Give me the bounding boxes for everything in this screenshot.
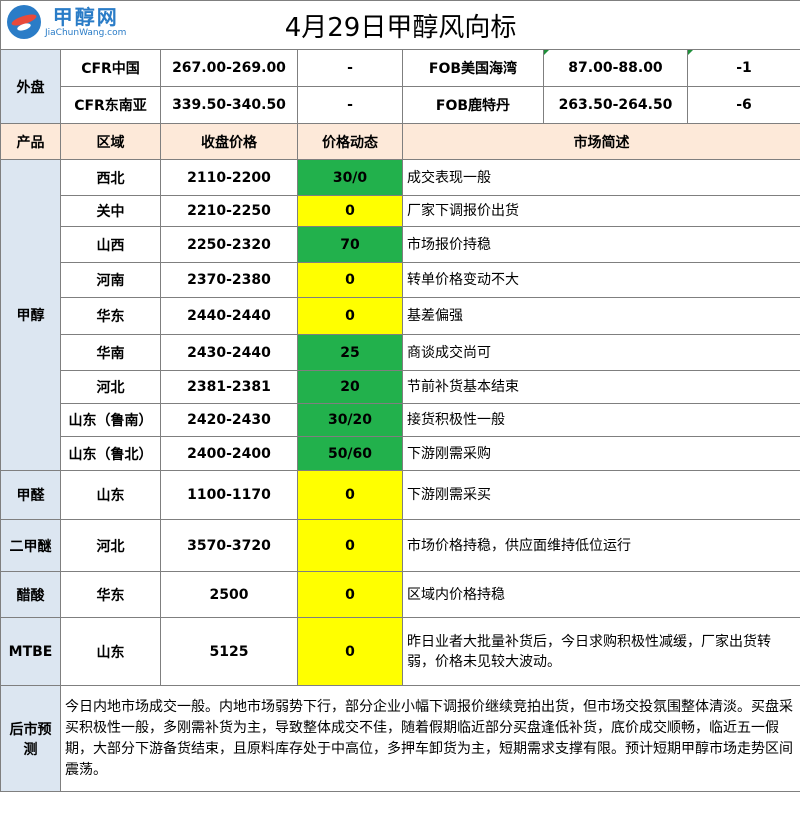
market-summary-cell: 市场价格持稳，供应面维持低位运行: [401, 519, 800, 572]
col-header-change: 价格动态: [297, 123, 403, 160]
close-price-cell: 2210-2250: [160, 195, 298, 227]
market-summary-cell: 区域内价格持稳: [401, 571, 800, 618]
market-summary-cell: 厂家下调报价出货: [401, 195, 800, 227]
market-summary-cell: 市场报价持稳: [401, 226, 800, 263]
price-change-cell: 20: [297, 370, 403, 404]
region-cell: 河北: [60, 519, 161, 572]
close-price-cell: 2430-2440: [160, 334, 298, 371]
external-right-price: 87.00-88.00: [543, 49, 688, 87]
logo-chinese: 甲醇网: [52, 4, 119, 29]
price-change-cell: 30/20: [297, 403, 403, 437]
external-left-price: 339.50-340.50: [160, 86, 298, 124]
close-price-cell: 3570-3720: [160, 519, 298, 572]
external-right-change: -6: [686, 86, 800, 124]
price-change-cell: 0: [297, 617, 403, 686]
close-price-cell: 2420-2430: [160, 403, 298, 437]
price-change-cell: 0: [297, 519, 403, 572]
market-summary-cell: 商谈成交尚可: [401, 334, 800, 371]
product-label: 醋酸: [0, 571, 61, 618]
close-price-cell: 2400-2400: [160, 436, 298, 471]
region-cell: 山东（鲁北）: [60, 436, 161, 471]
close-price-cell: 2500: [160, 571, 298, 618]
region-cell: 华东: [60, 297, 161, 335]
close-price-cell: 2381-2381: [160, 370, 298, 404]
logo-english: JiaChunWang.com: [45, 27, 127, 38]
price-change-cell: 0: [297, 297, 403, 335]
close-price-cell: 1100-1170: [160, 470, 298, 520]
methanol-indicator-table: 甲醇网 JiaChunWang.com 4月29日甲醇风向标 外盘 CFR中国 …: [0, 0, 800, 792]
market-summary-cell: 成交表现一般: [401, 159, 800, 196]
external-left-change: -: [297, 49, 403, 87]
price-change-cell: 30/0: [297, 159, 403, 196]
external-left-change: -: [297, 86, 403, 124]
market-summary-cell: 转单价格变动不大: [401, 262, 800, 298]
market-summary-cell: 节前补货基本结束: [401, 370, 800, 404]
external-right-change: -1: [686, 49, 800, 87]
report-header: 甲醇网 JiaChunWang.com 4月29日甲醇风向标: [0, 0, 800, 50]
market-summary-cell: 下游刚需采购: [401, 436, 800, 471]
region-cell: 河南: [60, 262, 161, 298]
price-change-cell: 0: [297, 470, 403, 520]
external-left-name: CFR东南亚: [60, 86, 161, 124]
region-cell: 华东: [60, 571, 161, 618]
price-change-cell: 0: [297, 195, 403, 227]
globe-logo-icon: [7, 5, 41, 39]
price-change-cell: 50/60: [297, 436, 403, 471]
product-label: 二甲醚: [0, 519, 61, 572]
external-right-name: FOB鹿特丹: [402, 86, 544, 124]
col-header-summary: 市场简述: [401, 123, 800, 160]
close-price-cell: 2370-2380: [160, 262, 298, 298]
forecast-text: 今日内地市场成交一般。内地市场弱势下行，部分企业小幅下调报价继续竞拍出货，但市场…: [59, 685, 800, 792]
price-change-cell: 25: [297, 334, 403, 371]
market-summary-cell: 昨日业者大批量补货后，今日求购积极性减缓，厂家出货转弱，价格未见较大波动。: [401, 617, 800, 686]
close-price-cell: 5125: [160, 617, 298, 686]
col-header-region: 区域: [60, 123, 161, 160]
product-label-methanol: 甲醇: [0, 159, 61, 471]
market-summary-cell: 接货积极性一般: [401, 403, 800, 437]
region-cell: 华南: [60, 334, 161, 371]
region-cell: 山东: [60, 470, 161, 520]
close-price-cell: 2250-2320: [160, 226, 298, 263]
site-logo: 甲醇网 JiaChunWang.com: [7, 5, 126, 39]
price-change-cell: 0: [297, 571, 403, 618]
price-change-cell: 0: [297, 262, 403, 298]
external-right-name: FOB美国海湾: [402, 49, 544, 87]
region-cell: 山西: [60, 226, 161, 263]
external-left-price: 267.00-269.00: [160, 49, 298, 87]
region-cell: 山东: [60, 617, 161, 686]
external-right-price: 263.50-264.50: [543, 86, 688, 124]
market-summary-cell: 基差偏强: [401, 297, 800, 335]
col-header-product: 产品: [0, 123, 61, 160]
close-price-cell: 2110-2200: [160, 159, 298, 196]
col-header-price: 收盘价格: [160, 123, 298, 160]
external-market-label: 外盘: [0, 49, 61, 124]
price-change-cell: 70: [297, 226, 403, 263]
page-title: 4月29日甲醇风向标: [284, 12, 517, 43]
external-left-name: CFR中国: [60, 49, 161, 87]
close-price-cell: 2440-2440: [160, 297, 298, 335]
region-cell: 山东（鲁南）: [60, 403, 161, 437]
region-cell: 河北: [60, 370, 161, 404]
region-cell: 西北: [60, 159, 161, 196]
product-label: MTBE: [0, 617, 61, 686]
product-label: 甲醛: [0, 470, 61, 520]
region-cell: 关中: [60, 195, 161, 227]
market-summary-cell: 下游刚需采买: [401, 470, 800, 520]
forecast-label: 后市预测: [0, 685, 61, 792]
